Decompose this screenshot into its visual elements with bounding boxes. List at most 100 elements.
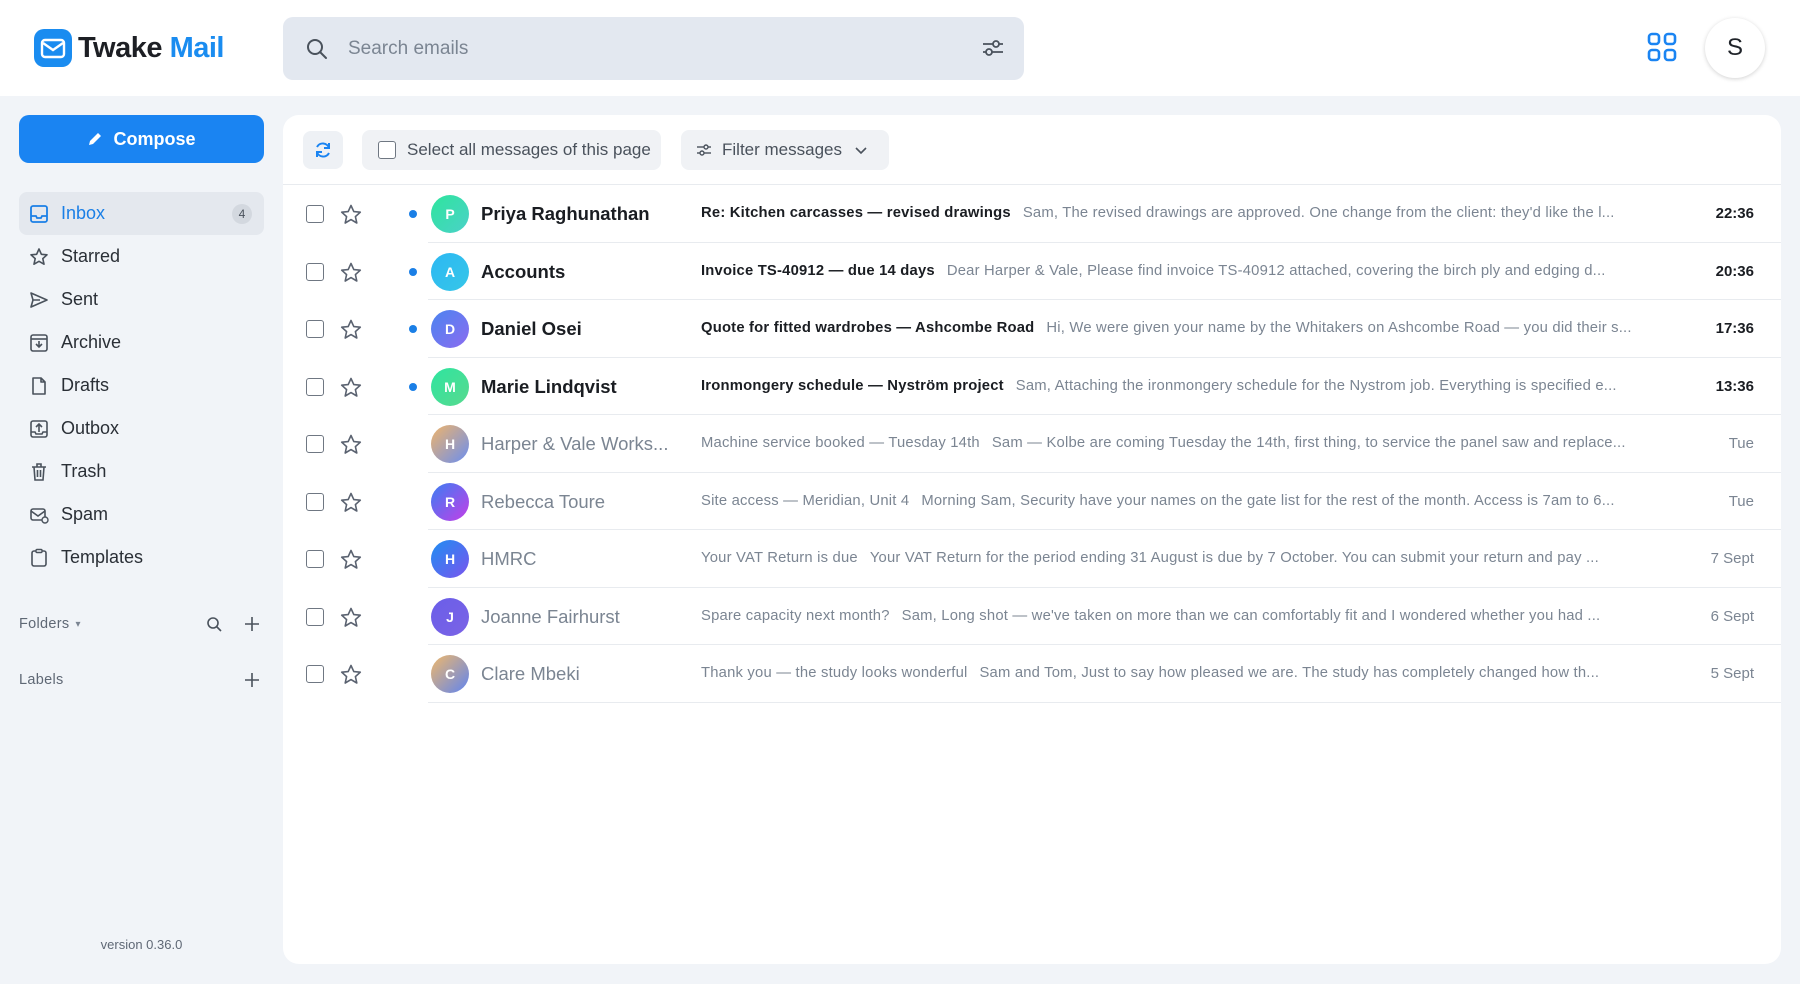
unread-dot [409,325,417,333]
row-checkbox[interactable] [306,377,324,396]
sender-avatar: H [431,425,469,463]
email-snippet: Thank you — the study looks wonderful Sam… [701,665,1681,681]
star-icon[interactable] [339,261,363,285]
email-row[interactable]: H HMRC Your VAT Return is due Your VAT Retu… [283,530,1781,588]
star-icon[interactable] [339,376,363,400]
folders-section: Folders ▾ [19,612,264,636]
search-input[interactable] [348,37,948,60]
email-subject: Machine service booked — Tuesday 14th [701,435,980,451]
email-subject: Invoice TS-40912 — due 14 days [701,262,935,279]
email-row[interactable]: P Priya Raghunathan Re: Kitchen carcasses … [283,185,1781,243]
nav-item-archive[interactable]: Archive [19,321,264,364]
email-row[interactable]: R Rebecca Toure Site access — Meridian, Un… [283,473,1781,531]
sender-avatar: R [431,482,469,521]
email-preview: Sam — Kolbe are coming Tuesday the 14th,… [991,435,1626,451]
star-icon[interactable] [339,491,363,515]
email-row[interactable]: J Joanne Fairhurst Spare capacity next mon… [283,588,1781,646]
email-snippet: Re: Kitchen carcasses — revised drawings… [701,205,1681,221]
unread-dot [409,210,417,218]
select-all-button[interactable]: Select all messages of this page [362,130,661,170]
sender-name: Daniel Osei [481,318,582,339]
sender-name: Accounts [481,260,566,282]
email-row[interactable]: M Marie Lindqvist Ironmongery schedule — N… [283,358,1781,416]
outbox-icon [28,418,50,440]
star-icon[interactable] [339,606,363,630]
row-checkbox[interactable] [306,665,324,683]
email-row[interactable]: C Clare Mbeki Thank you — the study looks … [283,645,1781,703]
email-preview: Morning Sam, Security have your names on… [921,492,1615,509]
nav-item-outbox[interactable]: Outbox [19,407,264,450]
app-logo[interactable]: Twake Mail [34,29,224,67]
filter-messages-dropdown[interactable]: Filter messages [681,130,889,170]
template-icon [28,547,50,569]
email-row[interactable]: A Accounts Invoice TS-40912 — due 14 days D… [283,243,1781,301]
row-checkbox[interactable] [306,205,324,223]
email-row[interactable]: H Harper & Vale Works... Machine service b… [283,415,1781,473]
email-snippet: Site access — Meridian, Unit 4 Morning Sa… [701,493,1681,509]
sender-avatar: A [431,252,469,291]
email-snippet: Your VAT Return is due Your VAT Return fo… [701,550,1681,566]
compose-button[interactable]: Compose [19,115,264,163]
email-preview: Sam, Attaching the ironmongery schedule … [1015,377,1617,394]
search-filter-icon[interactable] [980,35,1006,61]
row-checkbox[interactable] [306,435,324,453]
email-subject: Spare capacity next month? [701,607,890,624]
spam-icon [28,504,50,526]
nav-item-trash[interactable]: Trash [19,450,264,493]
sender-avatar: D [431,310,469,348]
sender-avatar: J [431,597,469,636]
sender-name: Joanne Fairhurst [481,605,620,627]
folder-search-icon[interactable] [202,612,226,636]
labels-heading: Labels [19,672,64,688]
nav-item-spam[interactable]: Spam [19,493,264,536]
star-icon[interactable] [339,203,363,227]
email-time: 20:36 [1715,262,1754,280]
sender-name: Priya Raghunathan [481,203,650,224]
sender-name: HMRC [481,548,537,569]
star-icon[interactable] [339,548,363,572]
app-grid-icon[interactable] [1646,31,1678,63]
email-time: 17:36 [1715,320,1754,337]
row-checkbox[interactable] [306,550,324,568]
row-checkbox[interactable] [306,320,324,338]
row-checkbox[interactable] [306,262,324,281]
nav-item-drafts[interactable]: Drafts [19,364,264,407]
nav-item-starred[interactable]: Starred [19,235,264,278]
sender-avatar: M [431,367,469,406]
star-icon[interactable] [339,663,363,687]
trash-icon [28,461,50,483]
email-time: 13:36 [1715,377,1754,395]
star-icon[interactable] [339,433,363,457]
app-version: version 0.36.0 [100,937,183,952]
email-time: Tue [1728,492,1754,510]
email-subject: Your VAT Return is due [701,550,858,566]
draft-icon [28,375,50,397]
chevron-down-icon[interactable]: ▾ [75,619,80,630]
nav-item-inbox[interactable]: Inbox 4 [19,192,264,235]
sender-name: Marie Lindqvist [481,375,617,397]
star-icon[interactable] [339,318,363,342]
email-snippet: Invoice TS-40912 — due 14 days Dear Harpe… [701,263,1681,279]
add-label-icon[interactable] [240,668,264,692]
email-row[interactable]: D Daniel Osei Quote for fitted wardrobes —… [283,300,1781,358]
email-preview: Sam, The revised drawings are approved. … [1022,205,1615,221]
nav-item-sent[interactable]: Sent [19,278,264,321]
email-preview: Your VAT Return for the period ending 31… [869,550,1599,566]
refresh-button[interactable] [303,131,343,169]
nav-item-templates[interactable]: Templates [19,536,264,579]
email-time: 6 Sept [1710,607,1754,625]
inbox-icon [28,203,50,225]
user-avatar[interactable]: S [1705,18,1765,78]
search-icon [304,36,330,62]
email-preview: Dear Harper & Vale, Please find invoice … [946,262,1606,279]
row-checkbox[interactable] [306,607,324,626]
select-all-checkbox[interactable] [378,141,396,159]
row-checkbox[interactable] [306,492,324,511]
unread-dot [409,382,417,391]
email-preview: Sam, Long shot — we've taken on more tha… [901,607,1601,624]
add-folder-icon[interactable] [240,612,264,636]
folders-heading[interactable]: Folders [19,616,69,632]
app-name: Twake Mail [78,31,224,64]
sender-avatar: H [431,540,469,578]
sender-name: Rebecca Toure [481,490,606,512]
